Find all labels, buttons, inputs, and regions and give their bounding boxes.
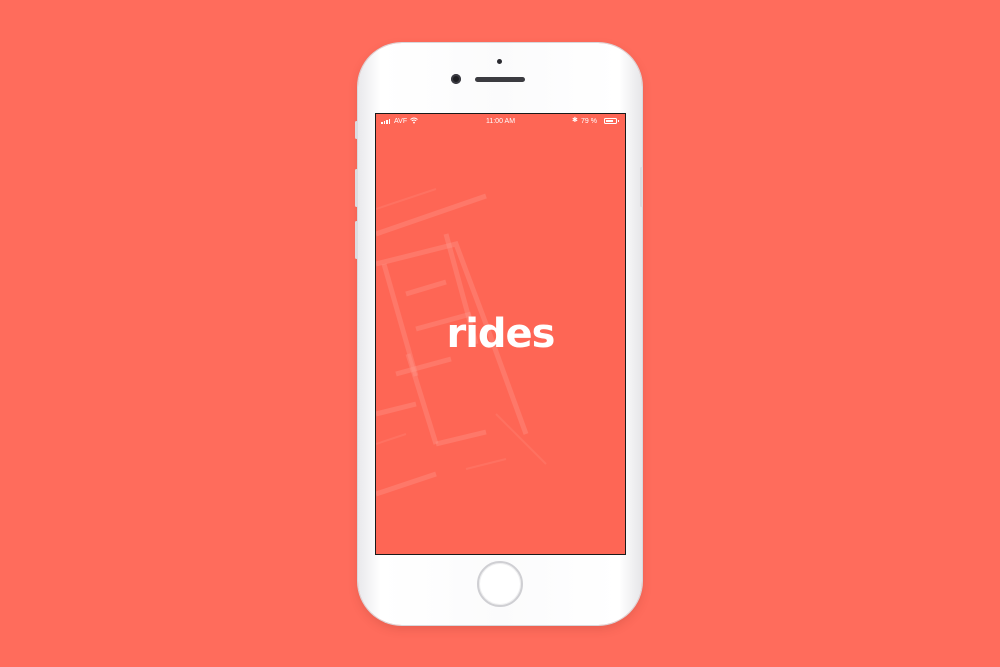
mute-switch (355, 121, 358, 139)
front-camera (451, 74, 461, 84)
bluetooth-icon: ✱ (572, 117, 578, 124)
battery-level (606, 120, 614, 122)
home-button[interactable] (477, 561, 523, 607)
power-button (640, 167, 643, 207)
volume-down-button (355, 221, 358, 259)
app-logo: rides (446, 311, 555, 357)
proximity-sensor (497, 59, 502, 64)
battery-percentage: 79 % (581, 118, 597, 125)
volume-up-button (355, 169, 358, 207)
earpiece-speaker (475, 77, 525, 82)
phone-device: AVF 11:00 AM ✱ 79 % rides (355, 43, 643, 625)
status-bar: AVF 11:00 AM ✱ 79 % (376, 114, 625, 130)
battery-icon (604, 118, 619, 124)
phone-screen: AVF 11:00 AM ✱ 79 % rides (375, 113, 626, 555)
